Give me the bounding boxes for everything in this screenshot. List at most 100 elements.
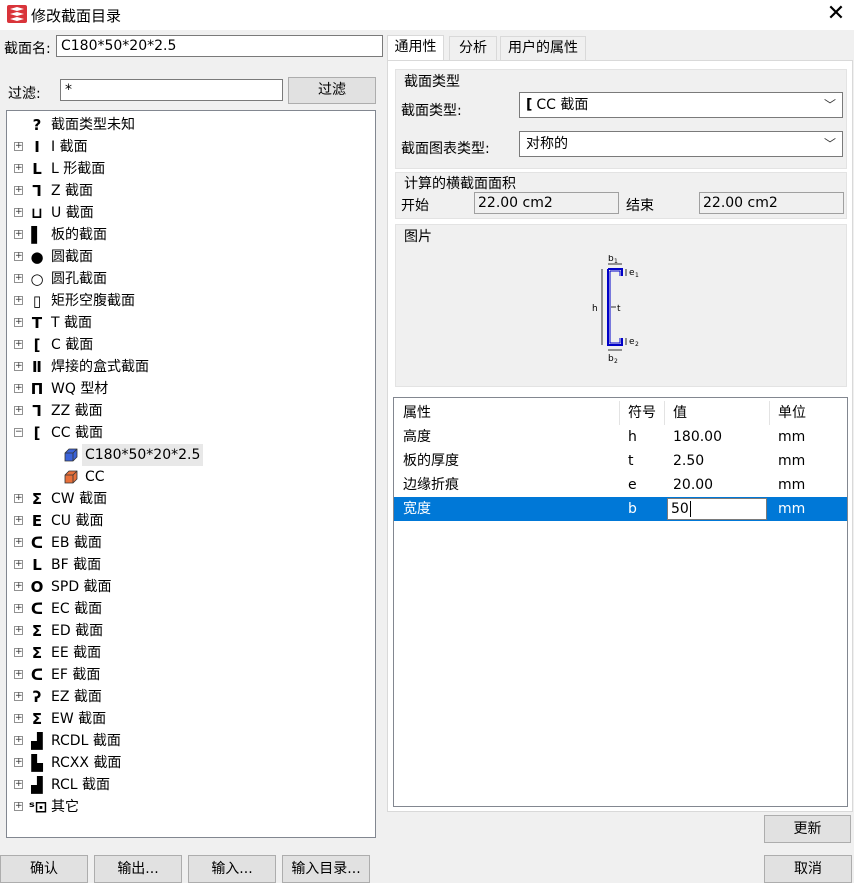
collapse-icon[interactable]: −: [14, 428, 23, 437]
import-catalog-button[interactable]: 输入目录...: [282, 855, 370, 883]
expand-icon[interactable]: +: [14, 714, 23, 723]
tree-item[interactable]: + ᑕ EC 截面: [7, 598, 367, 620]
expand-icon[interactable]: +: [14, 494, 23, 503]
update-button[interactable]: 更新: [764, 815, 851, 843]
tree-item[interactable]: − [CC 截面: [7, 422, 367, 444]
section-tree[interactable]: ? 截面类型未知 + I I 截面 + L L 形截面 + Ꞁ Z 截面 + ⊔ U 截面 + ▌ 板的截面 + ●…: [6, 110, 376, 838]
tree-item[interactable]: + [C 截面: [7, 334, 367, 356]
expand-icon[interactable]: +: [14, 736, 23, 745]
property-row-selected[interactable]: 宽度 b 50 mm: [394, 497, 847, 521]
dim-b2-sub: 2: [614, 358, 618, 365]
tree-item[interactable]: + Ꞁ Z 截面: [7, 180, 367, 202]
chart-type-label: 截面图表类型:: [401, 141, 490, 157]
tree-item[interactable]: + Π WQ 型材: [7, 378, 367, 400]
tree-child-item[interactable]: CC: [7, 466, 367, 488]
tree-child-item[interactable]: C180*50*20*2.5: [7, 444, 367, 466]
tree-item[interactable]: + ▌ 板的截面: [7, 224, 367, 246]
property-row[interactable]: 板的厚度 t 2.50 mm: [394, 449, 847, 473]
tree-item[interactable]: + L L 形截面: [7, 158, 367, 180]
close-button[interactable]: ✕: [818, 0, 854, 30]
expand-icon[interactable]: +: [14, 318, 23, 327]
expand-icon[interactable]: +: [14, 582, 23, 591]
chart-type-dropdown[interactable]: 对称的 ﹀: [519, 131, 843, 157]
expand-icon[interactable]: +: [14, 384, 23, 393]
tree-item[interactable]: + ○ 圆孔截面: [7, 268, 367, 290]
expand-icon[interactable]: +: [14, 208, 23, 217]
section-type-dropdown[interactable]: [CC 截面 ﹀: [519, 92, 843, 118]
tree-item[interactable]: ? 截面类型未知: [7, 114, 367, 136]
expand-icon[interactable]: +: [14, 626, 23, 635]
u-section-icon: ⊔: [31, 204, 43, 222]
tree-item[interactable]: + Σ ED 截面: [7, 620, 367, 642]
tree-item[interactable]: + O SPD 截面: [7, 576, 367, 598]
tab-user-attributes[interactable]: 用户的属性: [500, 36, 586, 60]
tree-item[interactable]: + L BF 截面: [7, 554, 367, 576]
property-symbol: b: [628, 501, 637, 517]
expand-icon[interactable]: +: [14, 516, 23, 525]
section-name-input[interactable]: C180*50*20*2.5: [56, 35, 383, 57]
expand-icon[interactable]: +: [14, 648, 23, 657]
tree-item-label: 圆截面: [51, 249, 93, 265]
expand-icon[interactable]: +: [14, 142, 23, 151]
tree-item[interactable]: + Σ EW 截面: [7, 708, 367, 730]
expand-icon[interactable]: +: [14, 186, 23, 195]
property-value[interactable]: 20.00: [673, 473, 713, 497]
tree-item[interactable]: + ▟ RCDL 截面: [7, 730, 367, 752]
expand-icon[interactable]: +: [14, 230, 23, 239]
tab-general[interactable]: 通用性: [387, 35, 444, 61]
tree-item[interactable]: + ᑕ EF 截面: [7, 664, 367, 686]
tree-item[interactable]: + Σ CW 截面: [7, 488, 367, 510]
tree-item[interactable]: + ʔ EZ 截面: [7, 686, 367, 708]
expand-icon[interactable]: +: [14, 340, 23, 349]
tree-item[interactable]: + ▟ RCL 截面: [7, 774, 367, 796]
expand-icon[interactable]: +: [14, 560, 23, 569]
property-value[interactable]: 2.50: [673, 449, 704, 473]
expand-icon[interactable]: +: [14, 604, 23, 613]
tab-analysis[interactable]: 分析: [449, 36, 497, 60]
tree-item[interactable]: + Σ EE 截面: [7, 642, 367, 664]
picture-group: 图片 b 1 e 1 h t e 2 b 2: [395, 224, 847, 387]
expand-icon[interactable]: +: [14, 780, 23, 789]
expand-icon[interactable]: +: [14, 252, 23, 261]
expand-icon[interactable]: +: [14, 538, 23, 547]
tree-item[interactable]: + Ꞁ ZZ 截面: [7, 400, 367, 422]
tree-item-label: C 截面: [51, 337, 94, 353]
cancel-button[interactable]: 取消: [764, 855, 852, 883]
expand-icon[interactable]: +: [14, 670, 23, 679]
property-value[interactable]: 180.00: [673, 425, 722, 449]
header-unit[interactable]: 单位: [778, 401, 806, 425]
expand-icon[interactable]: +: [14, 274, 23, 283]
tree-item[interactable]: + I I 截面: [7, 136, 367, 158]
tree-item[interactable]: + Ⅱ 焊接的盒式截面: [7, 356, 367, 378]
filter-label: 过滤:: [8, 86, 41, 102]
chevron-down-icon: ﹀: [823, 137, 836, 151]
tree-item[interactable]: + ▙ RCXX 截面: [7, 752, 367, 774]
expand-icon[interactable]: +: [14, 758, 23, 767]
import-button[interactable]: 输入...: [188, 855, 276, 883]
expand-icon[interactable]: +: [14, 802, 23, 811]
properties-table[interactable]: 属性 符号 值 单位 高度 h 180.00 mm 板的厚度 t 2.50 mm…: [393, 397, 848, 807]
tree-item[interactable]: + T T 截面: [7, 312, 367, 334]
property-row[interactable]: 边缘折痕 e 20.00 mm: [394, 473, 847, 497]
expand-icon[interactable]: +: [14, 362, 23, 371]
property-row[interactable]: 高度 h 180.00 mm: [394, 425, 847, 449]
tree-item[interactable]: + E CU 截面: [7, 510, 367, 532]
tree-item[interactable]: + ᑕ EB 截面: [7, 532, 367, 554]
tree-item[interactable]: + ˢ⊡ 其它: [7, 796, 367, 818]
header-value[interactable]: 值: [673, 401, 687, 425]
property-value-editor[interactable]: 50: [667, 498, 767, 520]
tree-item[interactable]: + ⊔ U 截面: [7, 202, 367, 224]
tree-item[interactable]: + ● 圆截面: [7, 246, 367, 268]
filter-input[interactable]: *: [60, 79, 283, 101]
header-symbol[interactable]: 符号: [628, 401, 656, 425]
expand-icon[interactable]: +: [14, 406, 23, 415]
expand-icon[interactable]: +: [14, 164, 23, 173]
expand-icon[interactable]: +: [14, 296, 23, 305]
area-end-field: 22.00 cm2: [699, 192, 844, 214]
ok-button[interactable]: 确认: [0, 855, 88, 883]
header-property[interactable]: 属性: [403, 401, 431, 425]
expand-icon[interactable]: +: [14, 692, 23, 701]
filter-button[interactable]: 过滤: [288, 77, 376, 104]
export-button[interactable]: 输出...: [94, 855, 182, 883]
tree-item[interactable]: + ▯ 矩形空腹截面: [7, 290, 367, 312]
